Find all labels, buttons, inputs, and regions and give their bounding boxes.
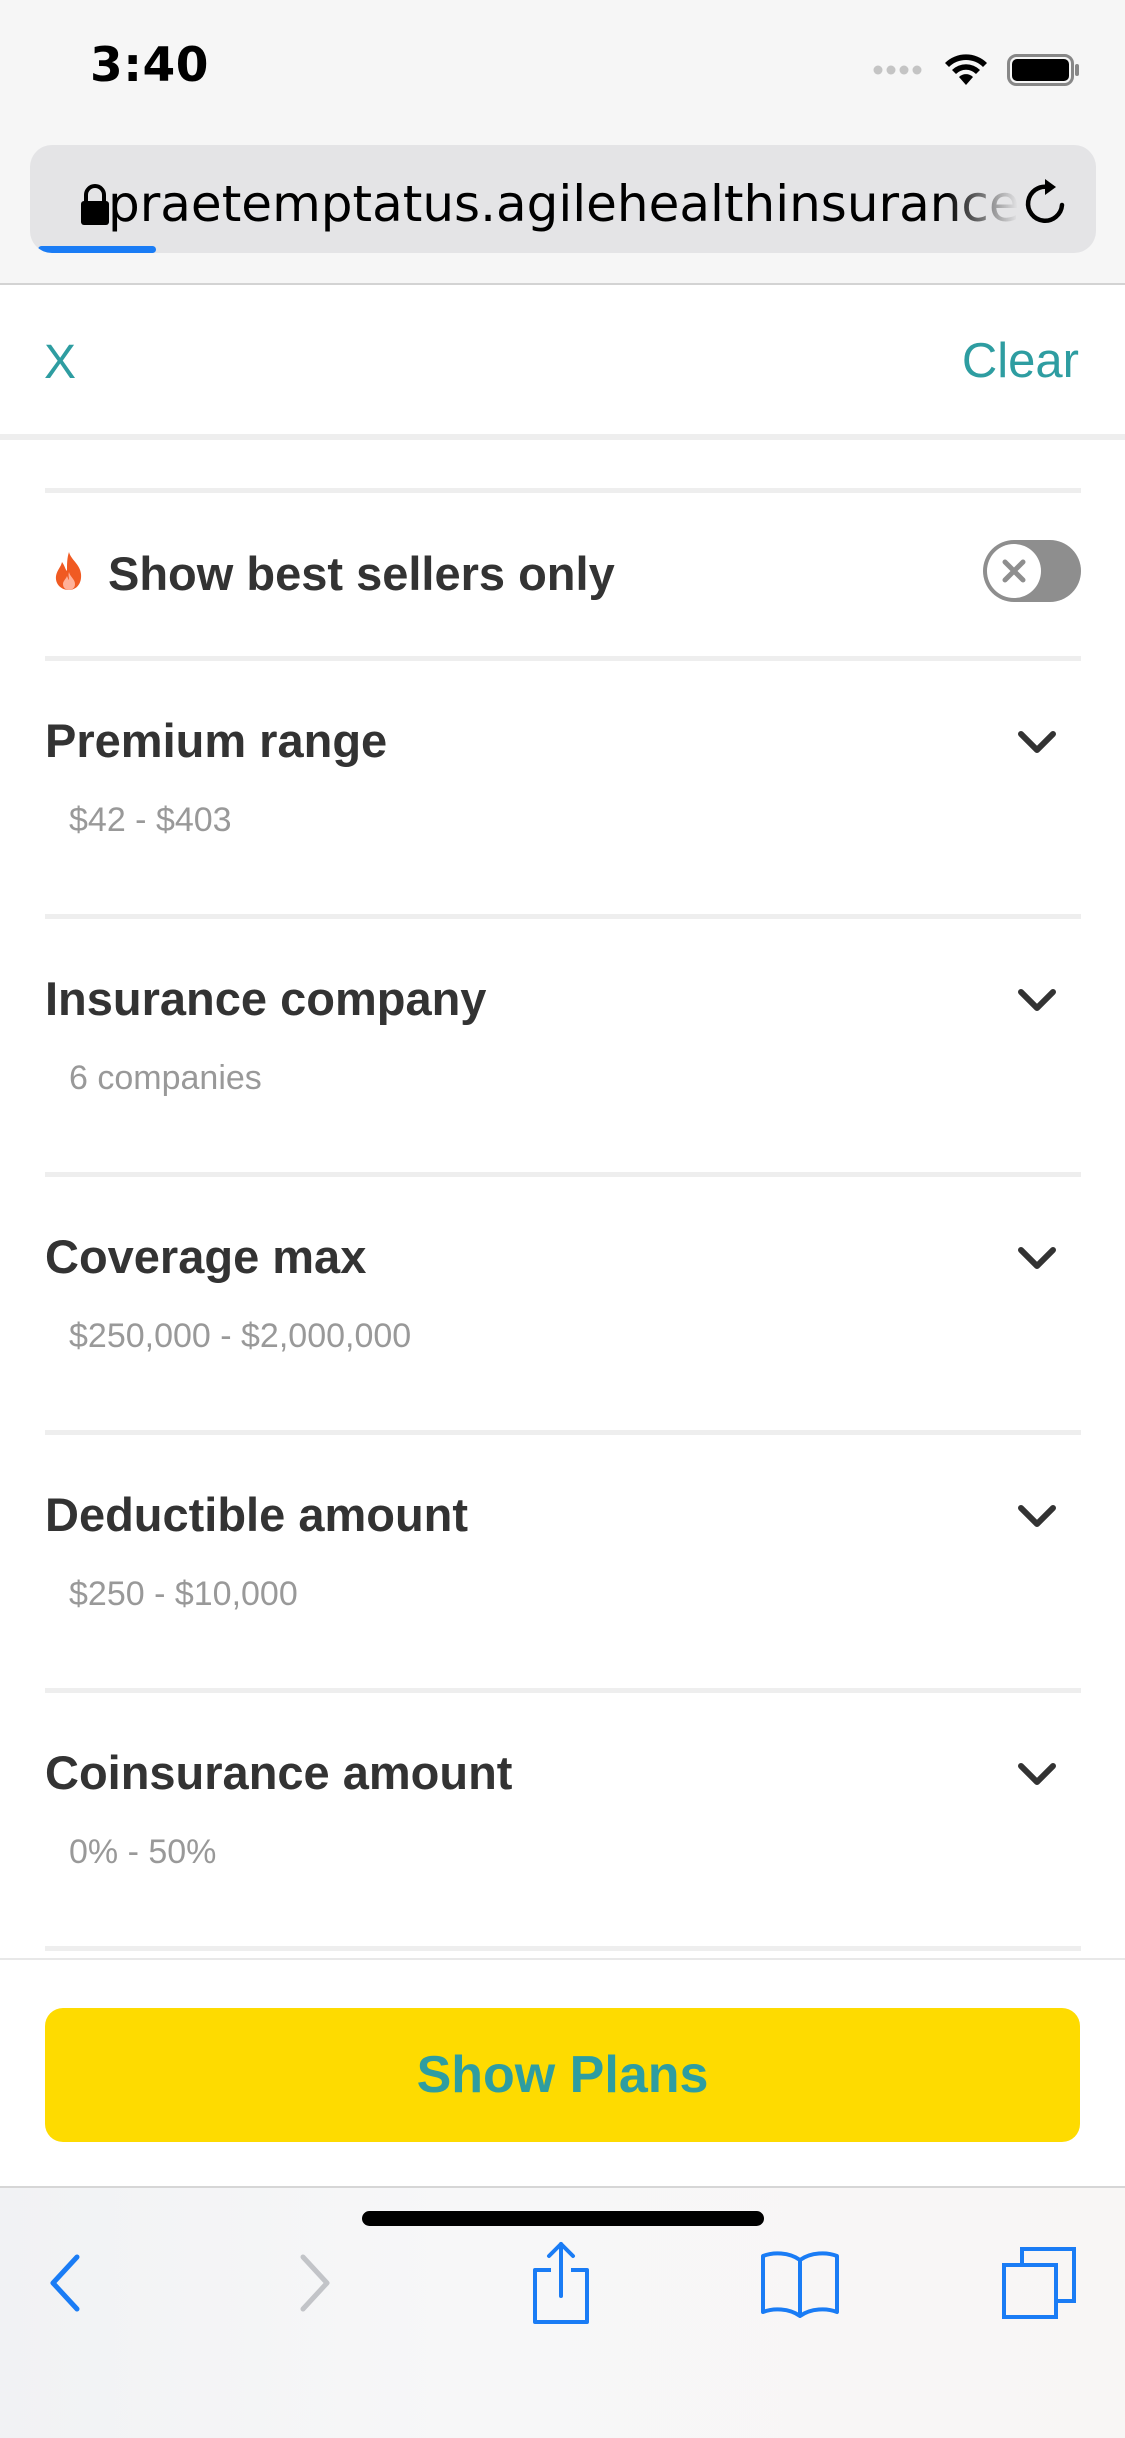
back-icon <box>50 2254 80 2312</box>
bookmarks-button[interactable] <box>755 2238 845 2328</box>
filter-summary: 6 companies <box>69 1059 262 1097</box>
home-indicator <box>362 2211 764 2226</box>
filter-title: Coinsurance amount <box>45 1746 513 1799</box>
share-icon <box>533 2242 589 2324</box>
status-bar: 3:40 <box>0 0 1125 135</box>
tabs-button[interactable] <box>995 2238 1085 2328</box>
status-time: 3:40 <box>90 38 209 93</box>
status-indicators <box>873 50 1081 90</box>
back-button[interactable] <box>20 2238 110 2328</box>
filter-summary: $42 - $403 <box>69 801 232 839</box>
filter-insurance-company[interactable]: Insurance company 6 companies <box>45 919 1081 1172</box>
url-text[interactable]: praetemptatus.agilehealthinsurance.com <box>108 175 1018 233</box>
chevron-down-icon <box>1018 731 1056 753</box>
bookmarks-icon <box>761 2251 839 2318</box>
toggle-knob <box>987 544 1041 598</box>
filter-premium-range[interactable]: Premium range $42 - $403 <box>45 661 1081 914</box>
page-load-progress <box>38 246 156 253</box>
filter-coverage-max[interactable]: Coverage max $250,000 - $2,000,000 <box>45 1177 1081 1430</box>
signal-icon <box>873 65 922 75</box>
filter-title: Premium range <box>45 714 388 767</box>
filter-summary: $250 - $10,000 <box>69 1575 298 1613</box>
best-sellers-toggle[interactable] <box>983 540 1081 602</box>
chevron-down-icon <box>1018 989 1056 1011</box>
forward-button[interactable] <box>270 2238 360 2328</box>
tabs-icon <box>1002 2247 1076 2319</box>
divider <box>45 1946 1081 1951</box>
close-button[interactable]: X <box>44 335 76 390</box>
wifi-icon <box>945 54 987 85</box>
lock-icon <box>81 184 109 225</box>
best-sellers-row: Show best sellers only <box>45 488 1081 648</box>
filter-header: X Clear <box>0 285 1125 440</box>
forward-icon <box>300 2254 330 2312</box>
reload-icon[interactable] <box>1018 175 1074 231</box>
chevron-down-icon <box>1018 1247 1056 1269</box>
chevron-down-icon <box>1018 1505 1056 1527</box>
filter-title: Deductible amount <box>45 1488 469 1541</box>
filter-footer: Show Plans <box>0 1958 1125 2188</box>
fire-icon <box>55 552 82 590</box>
battery-icon <box>1007 54 1079 86</box>
chevron-down-icon <box>1018 1763 1056 1785</box>
filter-deductible-amount[interactable]: Deductible amount $250 - $10,000 <box>45 1435 1081 1688</box>
filter-coinsurance-amount[interactable]: Coinsurance amount 0% - 50% <box>45 1693 1081 1946</box>
share-button[interactable] <box>516 2238 606 2328</box>
filter-summary: 0% - 50% <box>69 1833 217 1871</box>
close-icon <box>1002 559 1026 583</box>
filter-summary: $250,000 - $2,000,000 <box>69 1317 412 1355</box>
best-sellers-label: Show best sellers only <box>108 547 615 600</box>
filter-title: Insurance company <box>45 972 487 1025</box>
clear-button[interactable]: Clear <box>962 333 1079 389</box>
filter-title: Coverage max <box>45 1230 367 1283</box>
address-bar[interactable]: praetemptatus.agilehealthinsurance.com <box>30 145 1096 253</box>
browser-url-area: praetemptatus.agilehealthinsurance.com <box>0 135 1125 285</box>
show-plans-button[interactable]: Show Plans <box>45 2008 1080 2142</box>
